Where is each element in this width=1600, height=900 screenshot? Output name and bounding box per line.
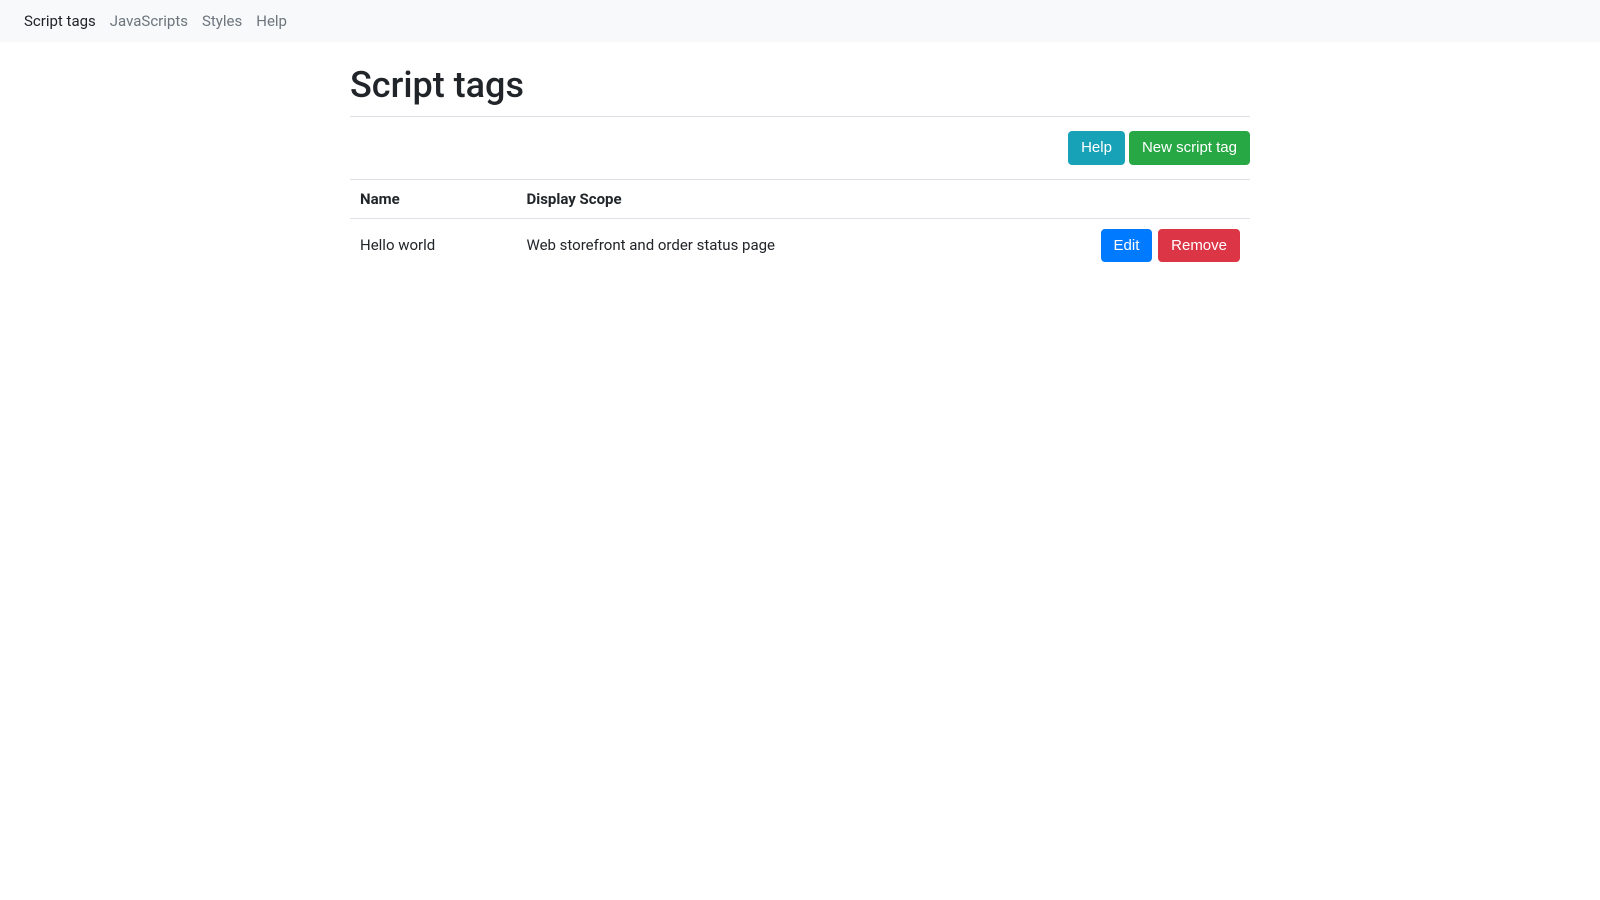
edit-button[interactable]: Edit xyxy=(1101,229,1153,263)
cell-actions: Edit Remove xyxy=(1012,218,1251,272)
page-title: Script tags xyxy=(350,64,1250,117)
table-header-display-scope: Display Scope xyxy=(517,180,1012,219)
top-nav: Script tags JavaScripts Styles Help xyxy=(0,0,1600,42)
help-button[interactable]: Help xyxy=(1068,131,1125,165)
cell-name: Hello world xyxy=(350,218,517,272)
table-header-name: Name xyxy=(350,180,517,219)
table-row: Hello world Web storefront and order sta… xyxy=(350,218,1250,272)
nav-item-script-tags[interactable]: Script tags xyxy=(24,12,96,30)
nav-item-help[interactable]: Help xyxy=(256,12,287,30)
action-bar: Help New script tag xyxy=(350,117,1250,180)
cell-display-scope: Web storefront and order status page xyxy=(517,218,1012,272)
nav-item-styles[interactable]: Styles xyxy=(202,12,242,30)
table-header-actions xyxy=(1012,180,1251,219)
remove-button[interactable]: Remove xyxy=(1158,229,1240,263)
nav-item-javascripts[interactable]: JavaScripts xyxy=(110,12,188,30)
new-script-tag-button[interactable]: New script tag xyxy=(1129,131,1250,165)
script-tags-table: Name Display Scope Hello world Web store… xyxy=(350,180,1250,273)
main-container: Script tags Help New script tag Name Dis… xyxy=(350,42,1250,294)
